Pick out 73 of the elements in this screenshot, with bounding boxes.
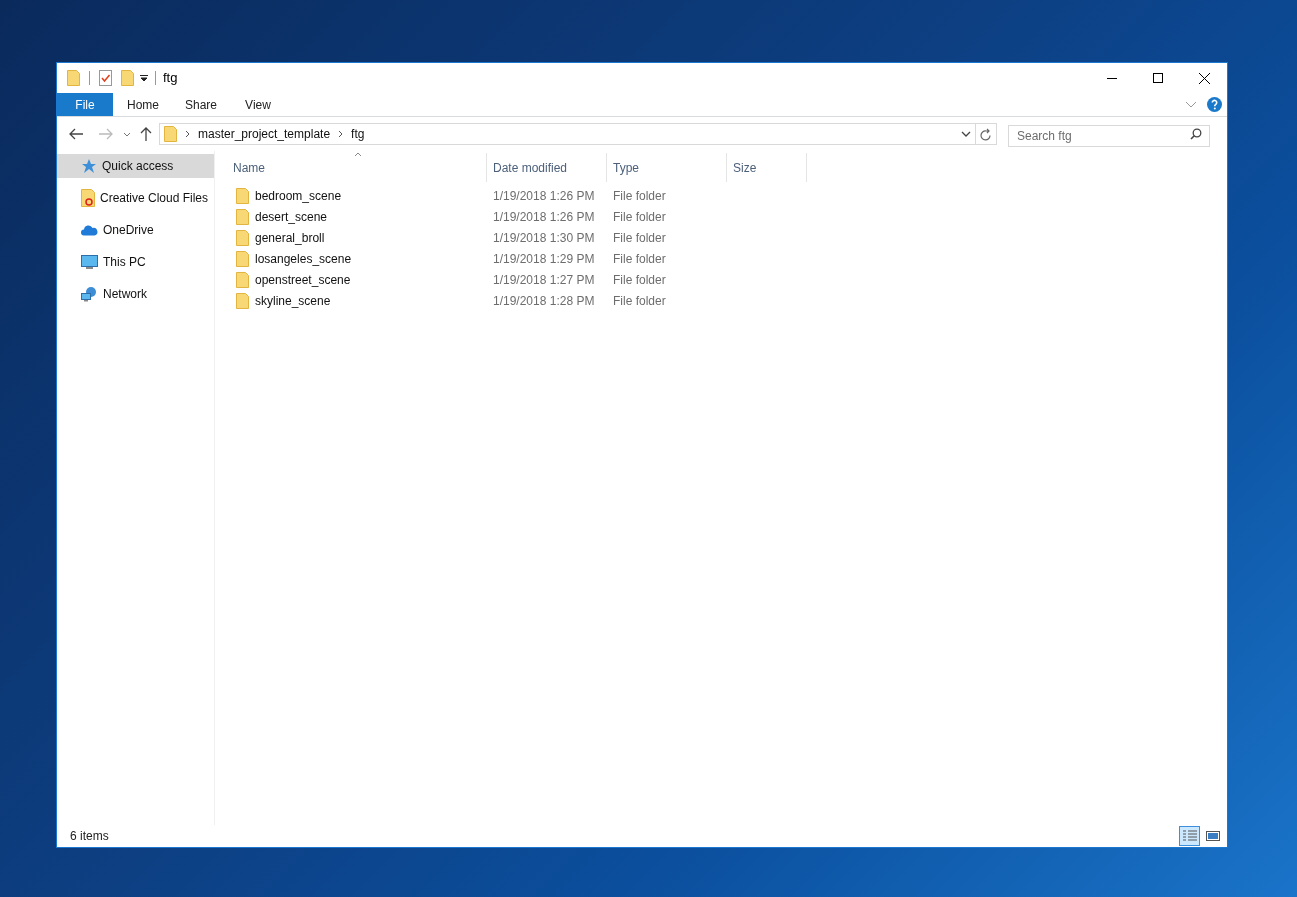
- refresh-icon[interactable]: [980, 127, 992, 141]
- search-icon[interactable]: [1190, 128, 1202, 140]
- sidebar-label: Creative Cloud Files: [100, 190, 209, 207]
- folder-icon: [164, 126, 177, 142]
- up-arrow-icon[interactable]: [140, 127, 152, 141]
- window-title: ftg: [163, 69, 178, 88]
- sidebar-label: OneDrive: [103, 222, 154, 239]
- column-header[interactable]: Date modified: [487, 153, 607, 182]
- sidebar-item[interactable]: Network: [57, 282, 214, 306]
- folder-icon: [67, 70, 80, 86]
- close-icon: [1198, 72, 1210, 84]
- picture-frame-icon: [1205, 830, 1220, 842]
- sidebar-label: Network: [103, 286, 147, 303]
- new-folder-icon: [121, 70, 134, 86]
- chevron-down-icon[interactable]: [961, 131, 971, 137]
- folder-icon: [81, 189, 95, 207]
- date-cell-text: 1/19/2018 1:26 PM: [492, 208, 596, 226]
- file-name[interactable]: losangeles_scene: [255, 249, 352, 268]
- maximize-icon: [1153, 73, 1163, 83]
- ribbon-tab[interactable]: File: [57, 93, 113, 116]
- date-cell-text: 1/19/2018 1:26 PM: [492, 187, 596, 205]
- address-bar[interactable]: master_project_template ftg: [159, 123, 997, 145]
- help-icon[interactable]: [1207, 97, 1222, 112]
- file-name[interactable]: general_broll: [255, 228, 325, 247]
- date-cell-text: 1/19/2018 1:30 PM: [492, 229, 596, 247]
- sidebar-item[interactable]: Quick access: [57, 154, 214, 178]
- chevron-right-icon[interactable]: [185, 130, 190, 138]
- ribbon-tab[interactable]: Home: [113, 93, 171, 116]
- folder-icon: [236, 187, 249, 204]
- type-cell-text: File folder: [612, 229, 667, 247]
- file-name[interactable]: desert_scene: [255, 207, 328, 226]
- file-name[interactable]: bedroom_scene: [255, 186, 342, 205]
- column-header[interactable]: Type: [607, 153, 727, 182]
- file-name[interactable]: openstreet_scene: [255, 270, 351, 289]
- folder-icon: [236, 271, 249, 288]
- type-cell-text: File folder: [612, 250, 667, 268]
- type-cell-text: File folder: [612, 271, 667, 289]
- sidebar-label: This PC: [103, 254, 146, 271]
- date-cell-text: 1/19/2018 1:29 PM: [492, 250, 596, 268]
- sidebar-item[interactable]: Creative Cloud Files: [57, 186, 214, 210]
- folder-icon: [236, 250, 249, 267]
- sidebar-label: Quick access: [102, 158, 174, 175]
- sidebar-item[interactable]: This PC: [57, 250, 214, 274]
- ribbon-tab[interactable]: View: [229, 93, 287, 116]
- star-icon: [81, 158, 97, 174]
- column-header[interactable]: Size: [727, 153, 807, 182]
- cloud-icon: [81, 224, 98, 236]
- chevron-right-icon[interactable]: [338, 130, 344, 138]
- expand-ribbon-icon[interactable]: [1185, 100, 1197, 109]
- date-cell-text: 1/19/2018 1:27 PM: [492, 271, 596, 289]
- column-header[interactable]: Name: [232, 153, 487, 182]
- folder-icon: [236, 292, 249, 309]
- chevron-down-icon[interactable]: [123, 131, 131, 137]
- type-cell-text: File folder: [612, 187, 667, 205]
- search-field[interactable]: Search ftg: [1008, 125, 1210, 147]
- date-cell-text: 1/19/2018 1:28 PM: [492, 292, 596, 310]
- back-arrow-icon[interactable]: [69, 128, 83, 140]
- monitor-icon: [81, 254, 98, 270]
- sidebar-item[interactable]: OneDrive: [57, 218, 214, 242]
- network-icon: [81, 286, 98, 302]
- sort-caret-icon: [354, 152, 362, 157]
- item-count: 6 items: [70, 828, 109, 845]
- ribbon-tab[interactable]: Share: [171, 93, 229, 116]
- type-cell-text: File folder: [612, 292, 667, 310]
- folder-icon: [236, 229, 249, 246]
- folder-icon: [236, 208, 249, 225]
- details-list-icon: [1182, 830, 1197, 842]
- file-name[interactable]: skyline_scene: [255, 291, 331, 310]
- breadcrumb-item[interactable]: master_project_template: [198, 125, 331, 143]
- type-cell-text: File folder: [612, 208, 667, 226]
- breadcrumb-item[interactable]: ftg: [351, 125, 365, 143]
- properties-icon[interactable]: [99, 70, 112, 86]
- dropdown-icon[interactable]: [140, 74, 148, 82]
